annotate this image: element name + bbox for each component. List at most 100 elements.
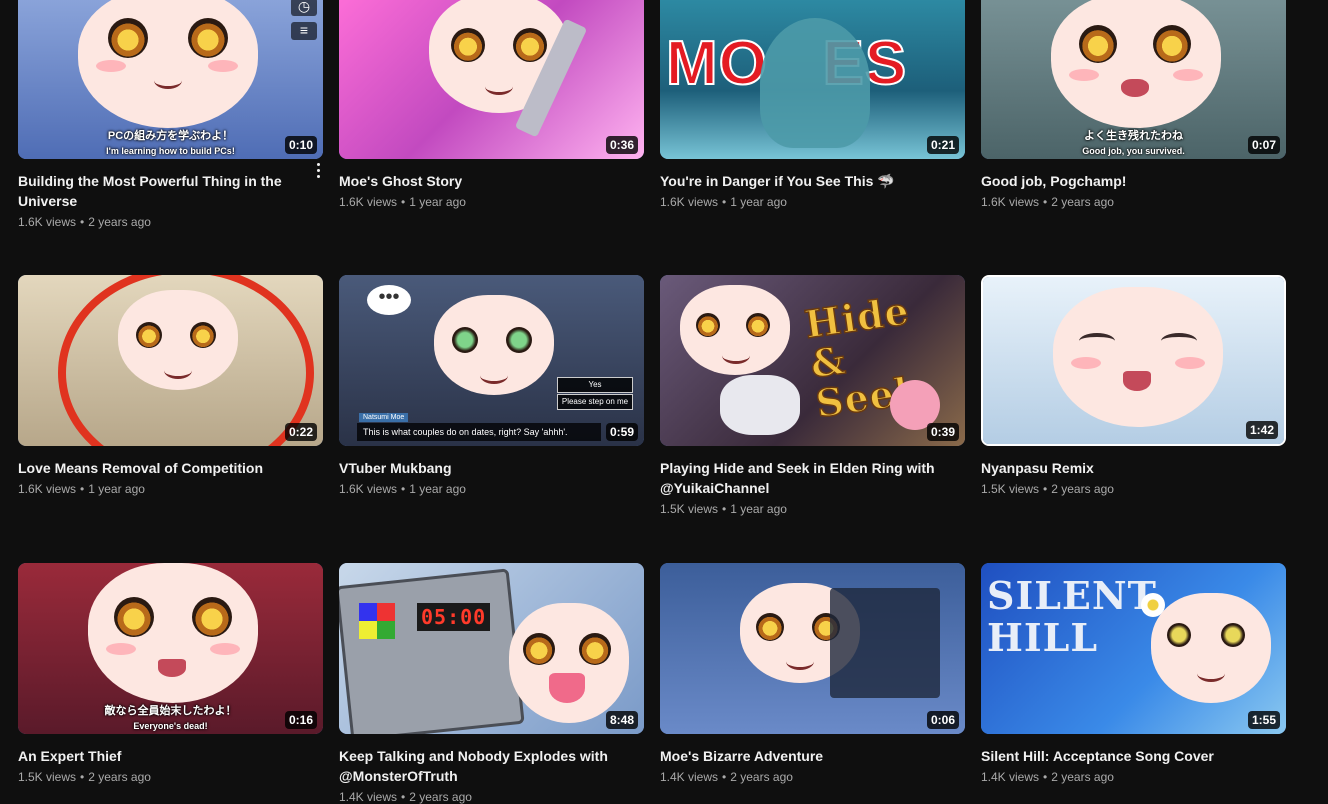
- view-count: 1.6K views: [339, 195, 398, 209]
- thumbnail-bigtext: SILENT HILL: [987, 573, 1157, 660]
- thumbnail-subtitle-en: Good job, you survived.: [1082, 146, 1185, 156]
- video-duration: 0:16: [284, 711, 317, 729]
- video-title[interactable]: Playing Hide and Seek in Elden Ring with…: [660, 458, 940, 498]
- video-duration: 0:36: [605, 136, 638, 154]
- more-actions-button[interactable]: [313, 160, 323, 180]
- view-count: 1.6K views: [18, 482, 77, 496]
- video-meta: 1.5K views • 2 years ago: [981, 482, 1114, 496]
- video-card[interactable]: よく生き残れたわね Good job, you survived. 0:07 G…: [981, 0, 1286, 229]
- video-thumbnail[interactable]: 0:06: [660, 563, 965, 734]
- video-row: PCの組み方を学ぶわよ！ I'm learning how to build P…: [18, 0, 1286, 229]
- view-count: 1.4K views: [981, 770, 1040, 784]
- upload-age: 1 year ago: [409, 195, 466, 209]
- video-duration: 0:22: [284, 423, 317, 441]
- video-card[interactable]: PCの組み方を学ぶわよ！ I'm learning how to build P…: [18, 0, 323, 229]
- video-row: 敵なら全員始末したわよ！ Everyone's dead! 0:16 An Ex…: [18, 563, 1286, 804]
- video-title[interactable]: Moe's Ghost Story: [339, 171, 619, 191]
- video-title[interactable]: An Expert Thief: [18, 746, 298, 766]
- video-meta: 1.6K views • 1 year ago: [339, 482, 466, 496]
- video-card[interactable]: 0:36 Moe's Ghost Story 1.6K views • 1 year…: [339, 0, 644, 229]
- hover-actions: ◷ ≡: [291, 0, 317, 40]
- upload-age: 2 years ago: [88, 770, 151, 784]
- video-thumbnail[interactable]: 敵なら全員始末したわよ！ Everyone's dead! 0:16: [18, 563, 323, 734]
- view-count: 1.4K views: [660, 770, 719, 784]
- upload-age: 2 years ago: [1051, 770, 1114, 784]
- video-card[interactable]: Hide & Seek 0:39 Playing Hide and Seek i…: [660, 275, 965, 516]
- thumbnail-subtitle-en: I'm learning how to build PCs!: [106, 146, 235, 156]
- video-thumbnail[interactable]: MO ES 0:21: [660, 0, 965, 159]
- video-card[interactable]: ••• Yes Please step on me Natsumi Moe Th…: [339, 275, 644, 516]
- view-count: 1.6K views: [339, 482, 398, 496]
- video-thumbnail[interactable]: SILENT HILL 1:55: [981, 563, 1286, 734]
- thumbnail-subtitle: 敵なら全員始末したわよ！: [104, 705, 237, 717]
- thumbnail-subtitle: よく生き残れたわね: [1084, 130, 1183, 142]
- separator-dot: •: [80, 215, 85, 229]
- video-meta: 1.6K views • 1 year ago: [660, 195, 787, 209]
- video-duration: 1:42: [1245, 421, 1278, 439]
- thumbnail-subtitle-en: Everyone's dead!: [133, 721, 208, 731]
- video-meta: 1.6K views • 2 years ago: [18, 215, 323, 229]
- video-row: 0:22 Love Means Removal of Competition 1…: [18, 275, 1286, 516]
- video-meta: 1.6K views • 1 year ago: [18, 482, 145, 496]
- dialog-choice: Please step on me: [557, 394, 633, 410]
- video-card[interactable]: 05:00 8:48 Keep Talking and Nobody Explo…: [339, 563, 644, 804]
- dialog-choice: Yes: [557, 377, 633, 393]
- video-meta: 1.4K views • 2 years ago: [660, 770, 793, 784]
- upload-age: 2 years ago: [730, 770, 793, 784]
- video-title[interactable]: Keep Talking and Nobody Explodes with @M…: [339, 746, 619, 786]
- video-title[interactable]: Love Means Removal of Competition: [18, 458, 298, 478]
- upload-age: 1 year ago: [409, 482, 466, 496]
- dialog-text: This is what couples do on dates, right?…: [357, 423, 601, 441]
- upload-age: 1 year ago: [730, 502, 787, 516]
- video-card[interactable]: 敵なら全員始末したわよ！ Everyone's dead! 0:16 An Ex…: [18, 563, 323, 804]
- video-duration: 8:48: [605, 711, 638, 729]
- upload-age: 2 years ago: [1051, 482, 1114, 496]
- view-count: 1.5K views: [660, 502, 719, 516]
- video-thumbnail[interactable]: PCの組み方を学ぶわよ！ I'm learning how to build P…: [18, 0, 323, 159]
- video-card[interactable]: 0:06 Moe's Bizarre Adventure 1.4K views •…: [660, 563, 965, 804]
- video-thumbnail[interactable]: 0:36: [339, 0, 644, 159]
- more-vert-icon: [316, 162, 320, 166]
- video-thumbnail[interactable]: 0:22: [18, 275, 323, 446]
- video-card[interactable]: 1:42 Nyanpasu Remix 1.5K views • 2 years a…: [981, 275, 1286, 516]
- video-duration: 1:55: [1247, 711, 1280, 729]
- video-thumbnail[interactable]: ••• Yes Please step on me Natsumi Moe Th…: [339, 275, 644, 446]
- video-duration: 0:59: [605, 423, 638, 441]
- video-thumbnail[interactable]: 1:42: [981, 275, 1286, 446]
- video-meta: 1.4K views • 2 years ago: [339, 790, 472, 804]
- video-title[interactable]: Building the Most Powerful Thing in the …: [18, 171, 298, 211]
- video-meta: 1.6K views • 1 year ago: [339, 195, 466, 209]
- video-title[interactable]: Nyanpasu Remix: [981, 458, 1261, 478]
- video-thumbnail[interactable]: よく生き残れたわね Good job, you survived. 0:07: [981, 0, 1286, 159]
- video-meta: 1.6K views • 2 years ago: [981, 195, 1114, 209]
- view-count: 1.5K views: [981, 482, 1040, 496]
- video-card[interactable]: MO ES 0:21 You're in Danger if You See T…: [660, 0, 965, 229]
- add-to-queue-icon[interactable]: ≡: [291, 22, 317, 40]
- view-count: 1.6K views: [981, 195, 1040, 209]
- video-meta: 1.5K views • 2 years ago: [18, 770, 151, 784]
- view-count: 1.4K views: [339, 790, 398, 804]
- view-count: 1.6K views: [18, 215, 77, 229]
- video-duration: 0:07: [1247, 136, 1280, 154]
- video-thumbnail[interactable]: Hide & Seek 0:39: [660, 275, 965, 446]
- upload-age: 1 year ago: [730, 195, 787, 209]
- upload-age: 2 years ago: [88, 215, 151, 229]
- video-title[interactable]: You're in Danger if You See This 🦈: [660, 171, 940, 191]
- video-title[interactable]: Moe's Bizarre Adventure: [660, 746, 940, 766]
- thumbnail-subtitle: PCの組み方を学ぶわよ！: [107, 130, 234, 142]
- thumbnail-bigtext: 05:00: [417, 603, 491, 631]
- video-duration: 0:39: [926, 423, 959, 441]
- video-duration: 0:21: [926, 136, 959, 154]
- video-meta: 1.5K views • 1 year ago: [660, 502, 787, 516]
- video-duration: 0:10: [284, 136, 317, 154]
- watch-later-icon[interactable]: ◷: [291, 0, 317, 16]
- video-title[interactable]: Good job, Pogchamp!: [981, 171, 1261, 191]
- video-duration: 0:06: [926, 711, 959, 729]
- upload-age: 1 year ago: [88, 482, 145, 496]
- video-card[interactable]: 0:22 Love Means Removal of Competition 1…: [18, 275, 323, 516]
- upload-age: 2 years ago: [409, 790, 472, 804]
- video-card[interactable]: SILENT HILL 1:55 Silent Hill: Acceptance…: [981, 563, 1286, 804]
- video-title[interactable]: VTuber Mukbang: [339, 458, 619, 478]
- video-thumbnail[interactable]: 05:00 8:48: [339, 563, 644, 734]
- video-title[interactable]: Silent Hill: Acceptance Song Cover: [981, 746, 1261, 766]
